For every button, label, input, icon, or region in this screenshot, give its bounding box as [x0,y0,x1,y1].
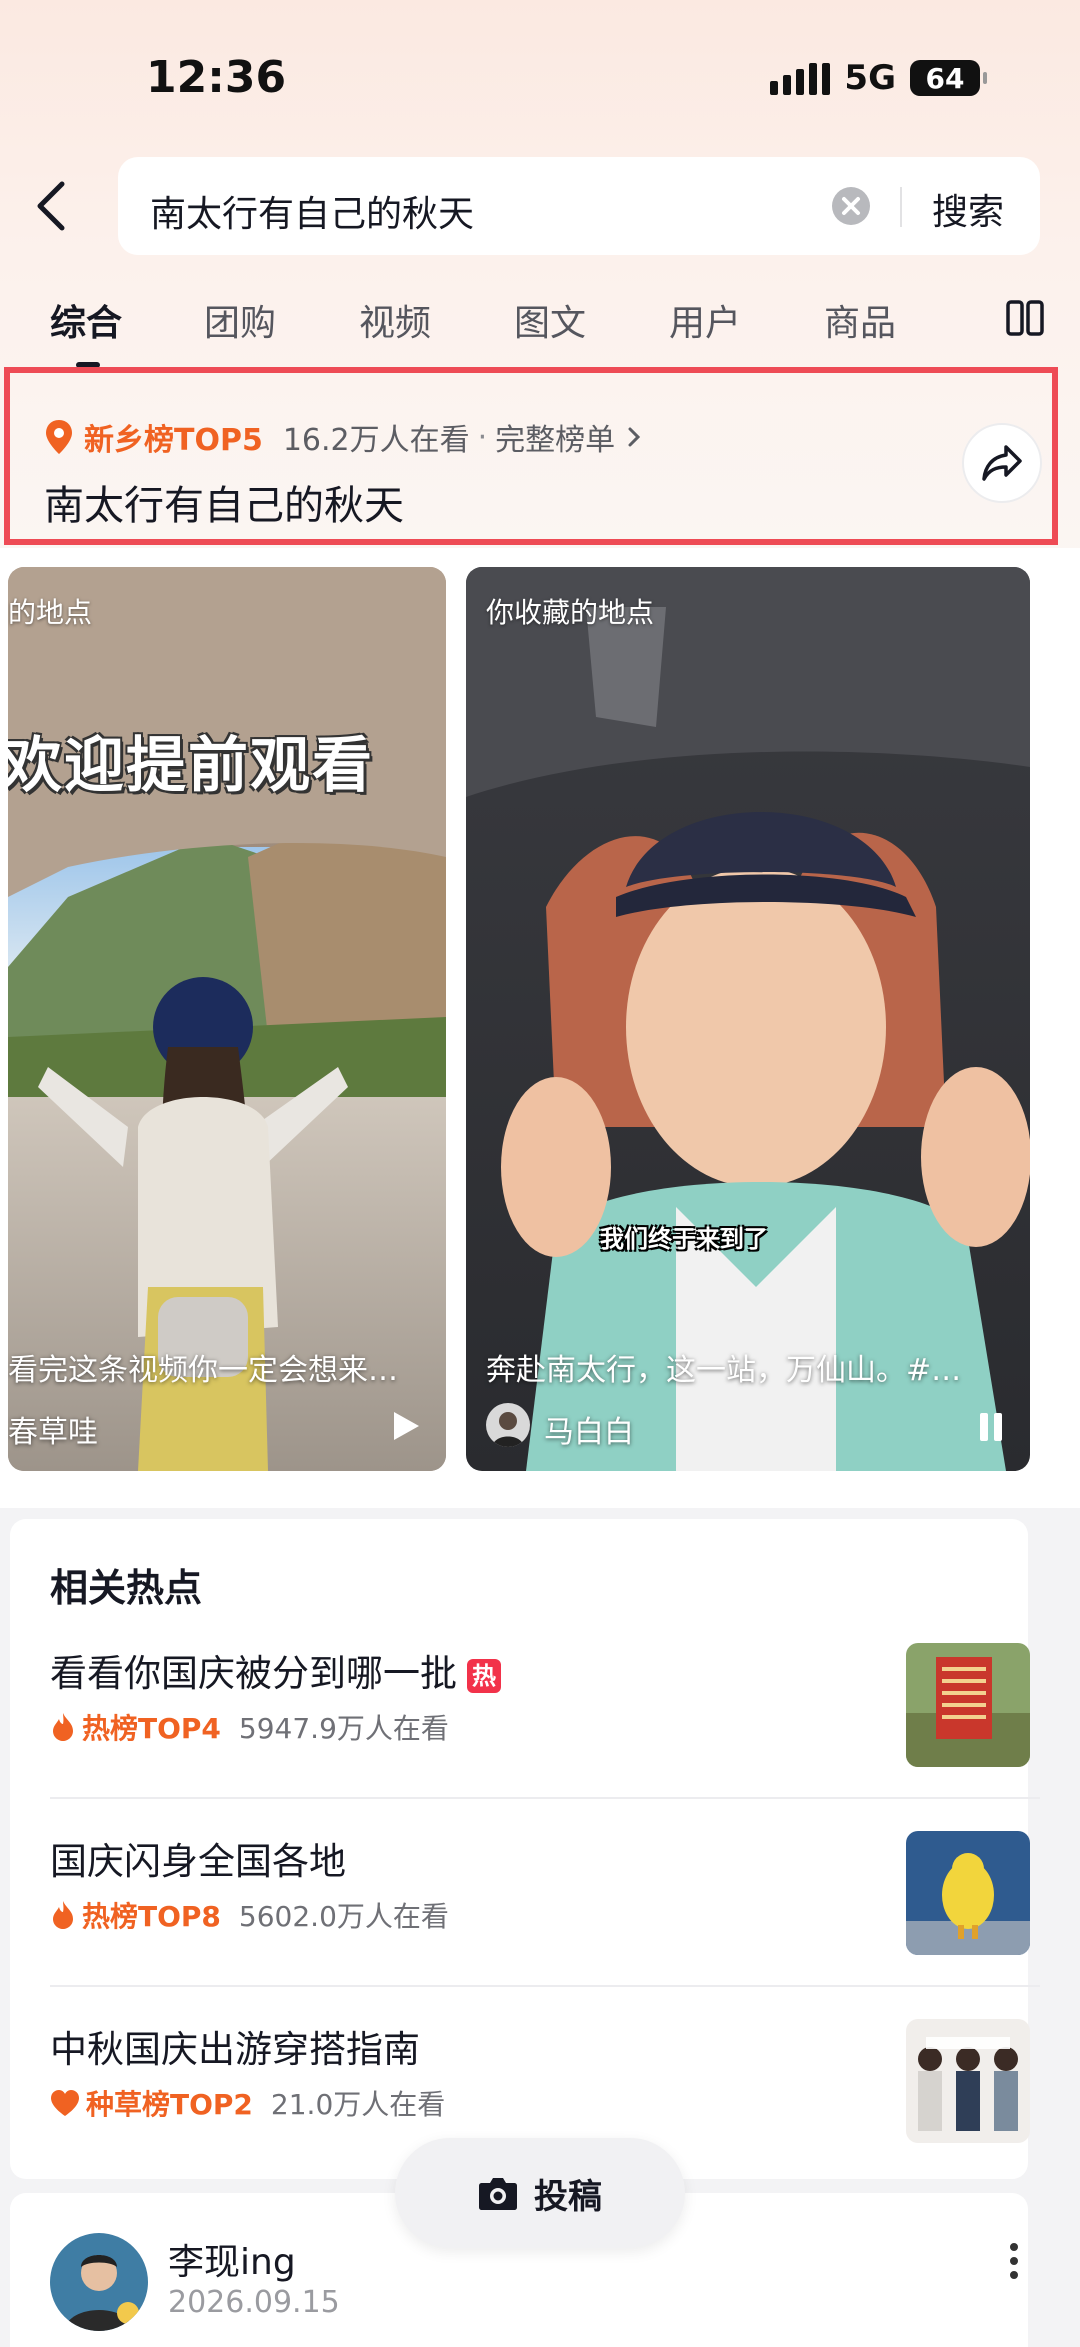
hot-rank: 热榜TOP8 [82,1900,221,1933]
video-author[interactable]: 春草哇 [8,1407,98,1451]
author-avatar[interactable] [50,2233,148,2331]
hot-topic-title: 国庆闪身全国各地 [50,1840,346,1883]
video-thumbnail [466,567,1030,1471]
rank-watch-count: 16.2万人在看 [282,423,470,458]
author-avatar[interactable] [486,1403,530,1447]
clear-search-button[interactable] [832,187,870,225]
back-button[interactable] [36,178,80,234]
hot-topic-thumbnail [906,2019,1030,2143]
video-location-tag: 的地点 [8,596,93,629]
hot-count: 5947.9万人在看 [238,1712,449,1745]
video-description: 看完这条视频你一定会想来… [8,1353,398,1388]
chevron-right-icon [628,427,641,447]
flame-icon [53,1901,73,1929]
divider [50,1985,1040,1987]
status-time: 12:36 [146,52,287,103]
tab-image-text[interactable]: 图文 [514,294,586,346]
hot-count: 21.0万人在看 [270,2088,446,2121]
tab-video[interactable]: 视频 [359,294,431,346]
hot-topic-meta: 种草榜TOP2 21.0万人在看 [50,2083,445,2123]
hot-rank: 种草榜TOP2 [86,2088,253,2121]
full-list-link[interactable]: 完整榜单 [495,415,615,459]
tab-products[interactable]: 商品 [824,294,896,346]
video-thumbnail [8,567,446,1471]
more-options-icon[interactable] [1010,2243,1018,2279]
rank-line: 新乡榜TOP5 16.2万人在看 · 完整榜单 [44,415,643,459]
pause-icon[interactable] [976,1411,1006,1443]
separator-dot: · [477,419,488,455]
post-button[interactable]: 投稿 [395,2138,685,2248]
post-label: 投稿 [534,2176,602,2217]
signal-icon [770,61,831,95]
network-type: 5G [844,58,896,98]
hot-topic-meta: 热榜TOP4 5947.9万人在看 [50,1707,449,1747]
battery-icon: 64 [910,60,987,96]
hot-topic-thumbnail [906,1831,1030,1955]
author-name: 李现ing [168,2242,296,2283]
hot-topic-item[interactable]: 看看你国庆被分到哪一批热 热榜TOP4 5947.9万人在看 [10,1643,1030,1831]
hot-topic-title: 中秋国庆出游穿搭指南 [50,2028,420,2071]
hot-topic-title: 看看你国庆被分到哪一批热 [50,1643,501,1697]
hot-topic-meta: 热榜TOP8 5602.0万人在看 [50,1895,449,1935]
camera-icon [479,2178,517,2210]
grid-layout-icon [1006,300,1044,336]
rank-tag: 新乡榜TOP5 [84,423,263,458]
share-button[interactable] [962,423,1042,503]
video-card[interactable]: 的地点 欢迎提前观看 看完这条视频你一定会想来… 春草哇 [8,567,446,1471]
hot-topic-item[interactable]: 国庆闪身全国各地 热榜TOP8 5602.0万人在看 [10,1831,1030,2019]
chevron-left-icon [37,181,65,231]
video-card[interactable]: 你收藏的地点 我们终于来到了 奔赴南太行，这一站，万仙山。#… 马白白 [466,567,1030,1471]
search-divider [900,187,902,227]
tab-users[interactable]: 用户 [669,294,741,346]
flame-icon [53,1713,73,1741]
location-pin-icon [46,420,72,454]
tab-group-buy[interactable]: 团购 [204,294,276,346]
hot-badge: 热 [467,1658,501,1693]
status-icons: 5G 64 [770,58,987,98]
tab-layout-button[interactable] [1005,298,1045,342]
video-description: 奔赴南太行，这一站，万仙山。#… [486,1353,962,1388]
play-icon[interactable] [388,1409,422,1443]
search-tabs: 综合 团购 视频 图文 用户 商品 [0,294,1080,364]
rank-title: 南太行有自己的秋天 [44,483,404,529]
video-location-tag: 你收藏的地点 [486,596,655,629]
close-icon [842,197,860,215]
related-hot-topics: 相关热点 看看你国庆被分到哪一批热 热榜TOP4 5947.9万人在看 国庆闪身… [10,1519,1040,2179]
video-overlay-text: 欢迎提前观看 [8,731,374,801]
rank-card[interactable]: 新乡榜TOP5 16.2万人在看 · 完整榜单 南太行有自己的秋天 [4,367,1058,545]
battery-level: 64 [925,61,965,95]
tab-comprehensive[interactable]: 综合 [50,294,122,346]
hot-topic-thumbnail [906,1643,1030,1767]
post-date: 2026.09.15 [168,2285,340,2320]
divider [50,1797,1040,1799]
search-query: 南太行有自己的秋天 [150,194,475,235]
hot-count: 5602.0万人在看 [238,1900,449,1933]
video-author[interactable]: 马白白 [544,1407,634,1451]
video-subtitle: 我们终于来到了 [600,1225,768,1253]
hot-rank: 热榜TOP4 [82,1712,221,1745]
search-input[interactable]: 南太行有自己的秋天 搜索 [118,157,1040,255]
share-arrow-icon [982,445,1022,481]
hot-topic-title-text: 看看你国庆被分到哪一批 [50,1652,457,1695]
search-button[interactable]: 搜索 [932,183,1004,235]
section-title: 相关热点 [50,1566,203,1610]
heart-flame-icon [51,2090,79,2116]
